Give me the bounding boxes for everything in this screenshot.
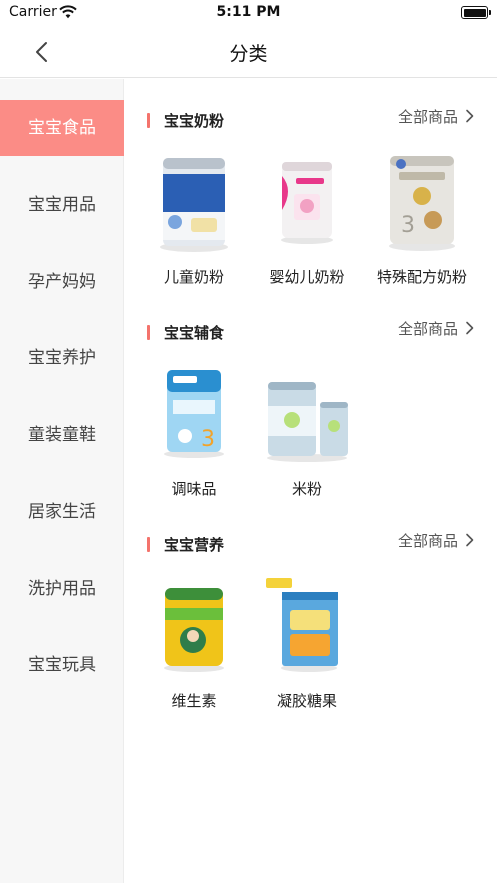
- all-products-link[interactable]: 全部商品: [398, 106, 475, 126]
- section-complementary-food: 宝宝辅食 全部商品 3 调味品 米粉: [124, 300, 497, 500]
- section-title: 宝宝奶粉: [164, 112, 225, 130]
- chevron-right-icon: [466, 321, 474, 335]
- product-label: 儿童奶粉: [163, 268, 224, 286]
- all-products-label: 全部商品: [397, 531, 458, 550]
- svg-text:3: 3: [401, 213, 415, 238]
- category-content: 宝宝奶粉 全部商品 儿童奶粉 婴幼儿奶粉 3 特殊配方奶粉 宝宝辅食 全部商品 …: [124, 79, 497, 883]
- chevron-right-icon: [466, 109, 474, 123]
- all-products-label: 全部商品: [397, 107, 458, 126]
- section-marker: [147, 325, 150, 340]
- gummy-box-icon: [266, 578, 338, 672]
- vitamin-jar-icon: [164, 588, 224, 672]
- category-sidebar: 宝宝食品 宝宝用品 孕产妈妈 宝宝养护 童装童鞋 居家生活 洗护用品 宝宝玩具: [0, 79, 124, 883]
- sidebar-item-baby-food[interactable]: 宝宝食品: [0, 100, 124, 156]
- product-label: 米粉: [291, 480, 322, 498]
- product-tile[interactable]: 3 特殊配方奶粉: [367, 150, 477, 300]
- section-marker: [147, 537, 150, 552]
- sidebar-item-kids-clothing[interactable]: 童装童鞋: [0, 407, 124, 463]
- product-tile[interactable]: 米粉: [252, 362, 362, 512]
- product-label: 凝胶糖果: [276, 692, 337, 710]
- product-label: 特殊配方奶粉: [376, 268, 467, 286]
- product-label: 调味品: [171, 480, 217, 498]
- rice-cereal-cans-icon: [267, 382, 348, 462]
- milk-can-pink-icon: [281, 162, 333, 244]
- battery-icon: [461, 6, 491, 19]
- sidebar-item-maternity[interactable]: 孕产妈妈: [0, 254, 124, 310]
- product-label: 婴幼儿奶粉: [269, 268, 345, 286]
- milk-can-platinum-icon: 3: [389, 156, 455, 251]
- product-tile[interactable]: 儿童奶粉: [139, 150, 249, 300]
- navigation-bar: 分类: [0, 26, 497, 78]
- product-tile[interactable]: 维生素: [139, 574, 249, 724]
- sidebar-item-home-living[interactable]: 居家生活: [0, 484, 124, 540]
- section-marker: [147, 113, 150, 128]
- clock: 5:11 PM: [216, 4, 281, 20]
- sidebar-item-toiletries[interactable]: 洗护用品: [0, 561, 124, 617]
- svg-text:3: 3: [201, 427, 215, 452]
- section-nutrition: 宝宝营养 全部商品 维生素 凝胶糖果: [124, 512, 497, 712]
- chevron-right-icon: [466, 533, 474, 547]
- all-products-link[interactable]: 全部商品: [398, 318, 475, 338]
- product-tile[interactable]: 凝胶糖果: [252, 574, 362, 724]
- all-products-label: 全部商品: [397, 319, 458, 338]
- sidebar-item-baby-care[interactable]: 宝宝养护: [0, 330, 124, 386]
- page-title: 分类: [229, 43, 268, 65]
- sidebar-item-baby-toys[interactable]: 宝宝玩具: [0, 637, 124, 693]
- milk-can-blue-icon: [160, 158, 228, 252]
- aptamil-box-icon: 3: [164, 370, 224, 458]
- section-title: 宝宝营养: [164, 536, 225, 554]
- product-tile[interactable]: 婴幼儿奶粉: [252, 150, 362, 300]
- all-products-link[interactable]: 全部商品: [398, 530, 475, 550]
- sidebar-item-baby-supplies[interactable]: 宝宝用品: [0, 177, 124, 233]
- product-label: 维生素: [171, 692, 217, 710]
- product-tile[interactable]: 3 调味品: [139, 362, 249, 512]
- section-title: 宝宝辅食: [164, 324, 225, 342]
- status-bar: Carrier 5:11 PM: [0, 0, 497, 26]
- section-milk-powder: 宝宝奶粉 全部商品 儿童奶粉 婴幼儿奶粉 3 特殊配方奶粉: [124, 88, 497, 288]
